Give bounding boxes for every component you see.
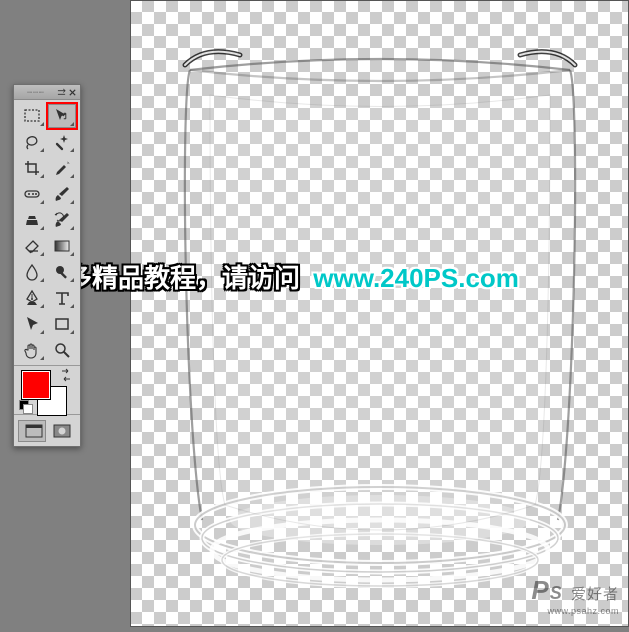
watermark-site: www.psahz.com bbox=[531, 603, 619, 619]
move-tool[interactable] bbox=[48, 104, 76, 128]
watermark: PS 爱好者 www.psahz.com bbox=[531, 582, 619, 619]
close-icon[interactable] bbox=[68, 88, 77, 97]
eyedropper-tool[interactable] bbox=[48, 156, 76, 180]
glass-cup-artwork bbox=[130, 0, 629, 627]
foreground-color-swatch[interactable] bbox=[21, 370, 51, 400]
quick-selection-tool[interactable] bbox=[48, 130, 76, 154]
pen-tool[interactable] bbox=[18, 286, 46, 310]
spot-healing-brush-tool[interactable] bbox=[18, 182, 46, 206]
collapse-icon[interactable] bbox=[57, 88, 66, 97]
gradient-tool[interactable] bbox=[48, 234, 76, 258]
crop-tool[interactable] bbox=[18, 156, 46, 180]
rectangular-marquee-tool[interactable] bbox=[18, 104, 46, 128]
quick-mask-mode[interactable] bbox=[48, 420, 76, 442]
brush-tool[interactable] bbox=[48, 182, 76, 206]
zoom-tool[interactable] bbox=[48, 338, 76, 362]
dodge-tool[interactable] bbox=[48, 260, 76, 284]
history-brush-tool[interactable] bbox=[48, 208, 76, 232]
drag-grip-icon: ┉┉┉ bbox=[17, 88, 55, 97]
color-swatch[interactable] bbox=[17, 368, 77, 412]
watermark-brand-s: S bbox=[550, 583, 563, 603]
path-selection-tool[interactable] bbox=[18, 312, 46, 336]
lasso-tool[interactable] bbox=[18, 130, 46, 154]
tools-panel[interactable]: ┉┉┉ bbox=[13, 84, 81, 447]
standard-screen-mode[interactable] bbox=[18, 420, 46, 442]
promo-text-overlay: 更多精品教程，请访问 www.240PS.com bbox=[40, 258, 519, 295]
watermark-brand-cn: 爱好者 bbox=[571, 586, 619, 603]
rectangle-tool[interactable] bbox=[48, 312, 76, 336]
swap-colors-icon[interactable] bbox=[59, 368, 73, 382]
default-colors-icon[interactable] bbox=[19, 400, 31, 412]
blur-tool[interactable] bbox=[18, 260, 46, 284]
horizontal-type-tool[interactable] bbox=[48, 286, 76, 310]
clone-stamp-tool[interactable] bbox=[18, 208, 46, 232]
canvas[interactable] bbox=[130, 0, 629, 627]
tools-titlebar[interactable]: ┉┉┉ bbox=[14, 85, 80, 100]
watermark-brand-p: P bbox=[531, 575, 549, 605]
hand-tool[interactable] bbox=[18, 338, 46, 362]
eraser-tool[interactable] bbox=[18, 234, 46, 258]
promo-text-url: www.240PS.com bbox=[313, 263, 519, 293]
separator bbox=[14, 365, 80, 366]
